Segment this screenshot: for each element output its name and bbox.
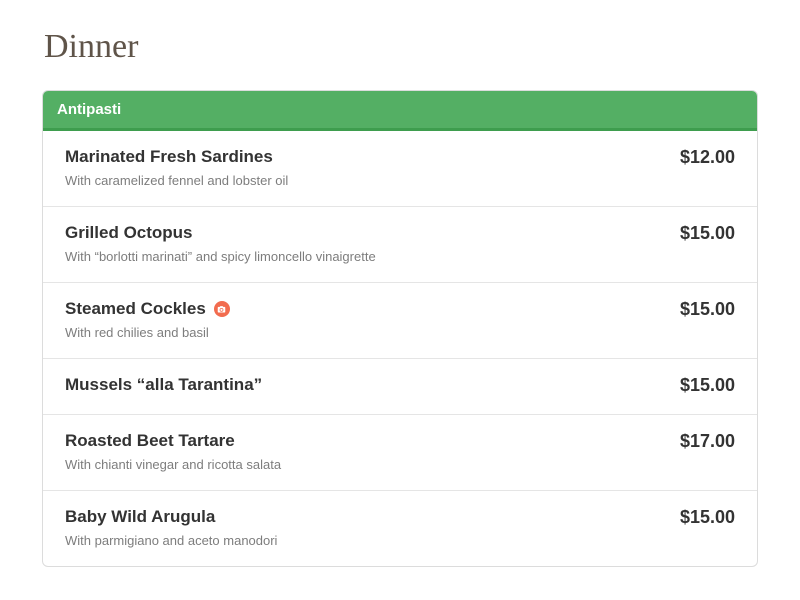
menu-item-name: Roasted Beet Tartare <box>65 431 235 451</box>
menu-section-header: Antipasti <box>43 91 757 131</box>
camera-icon[interactable] <box>214 301 230 317</box>
menu-item-name: Mussels “alla Tarantina” <box>65 375 262 395</box>
menu-item-price: $15.00 <box>680 223 735 244</box>
menu-item-price: $15.00 <box>680 507 735 528</box>
menu-item-left: Roasted Beet Tartare With chianti vinegar… <box>65 431 660 472</box>
menu-item-title-row: Marinated Fresh Sardines <box>65 147 660 167</box>
menu-item: Steamed Cockles With red chilies and basi… <box>43 282 757 358</box>
menu-item: Roasted Beet Tartare With chianti vinegar… <box>43 414 757 490</box>
menu-item-price: $12.00 <box>680 147 735 168</box>
menu-item-description: With red chilies and basil <box>65 325 660 340</box>
menu-item-left: Baby Wild Arugula With parmigiano and ace… <box>65 507 660 548</box>
menu-item-description: With “borlotti marinati” and spicy limon… <box>65 249 660 264</box>
menu-item-price: $17.00 <box>680 431 735 452</box>
menu-item: Marinated Fresh Sardines With caramelized… <box>43 131 757 206</box>
menu-panel: Antipasti Marinated Fresh Sardines With c… <box>42 90 758 567</box>
menu-item-title-row: Mussels “alla Tarantina” <box>65 375 660 395</box>
menu-item: Mussels “alla Tarantina” $15.00 <box>43 358 757 414</box>
menu-item-left: Mussels “alla Tarantina” <box>65 375 660 395</box>
menu-item-left: Marinated Fresh Sardines With caramelized… <box>65 147 660 188</box>
menu-item-name: Grilled Octopus <box>65 223 193 243</box>
menu-item-left: Grilled Octopus With “borlotti marinati” … <box>65 223 660 264</box>
menu-item-name: Steamed Cockles <box>65 299 206 319</box>
menu-item-left: Steamed Cockles With red chilies and basi… <box>65 299 660 340</box>
menu-item: Baby Wild Arugula With parmigiano and ace… <box>43 490 757 566</box>
menu-item-name: Baby Wild Arugula <box>65 507 215 527</box>
menu-item: Grilled Octopus With “borlotti marinati” … <box>43 206 757 282</box>
menu-item-description: With chianti vinegar and ricotta salata <box>65 457 660 472</box>
menu-item-title-row: Baby Wild Arugula <box>65 507 660 527</box>
menu-item-price: $15.00 <box>680 375 735 396</box>
menu-item-description: With caramelized fennel and lobster oil <box>65 173 660 188</box>
page-title: Dinner <box>44 28 758 66</box>
menu-item-price: $15.00 <box>680 299 735 320</box>
menu-item-description: With parmigiano and aceto manodori <box>65 533 660 548</box>
menu-item-title-row: Grilled Octopus <box>65 223 660 243</box>
menu-items-container: Marinated Fresh Sardines With caramelized… <box>43 131 757 566</box>
menu-item-name: Marinated Fresh Sardines <box>65 147 273 167</box>
menu-item-title-row: Roasted Beet Tartare <box>65 431 660 451</box>
menu-item-title-row: Steamed Cockles <box>65 299 660 319</box>
